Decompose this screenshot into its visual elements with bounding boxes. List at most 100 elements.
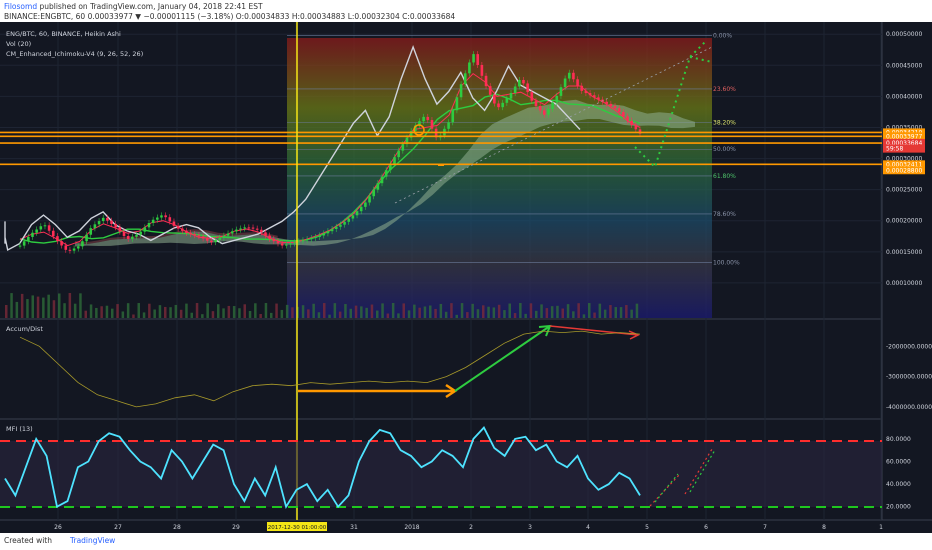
volume-bar bbox=[190, 312, 193, 318]
candle bbox=[626, 116, 629, 121]
candle bbox=[164, 215, 167, 218]
volume-bar bbox=[460, 303, 464, 318]
accum-tick-label: -2000000.0000 bbox=[886, 343, 932, 350]
volume-bar bbox=[137, 303, 140, 318]
candle bbox=[301, 240, 305, 242]
volume-bar bbox=[195, 303, 199, 318]
candle bbox=[476, 54, 480, 65]
candle bbox=[205, 238, 209, 241]
volume-bar bbox=[222, 308, 225, 318]
candle bbox=[609, 103, 613, 107]
volume-bar bbox=[444, 311, 448, 318]
volume-bar bbox=[434, 308, 437, 318]
volume-bar bbox=[466, 312, 469, 318]
volume-bar bbox=[169, 307, 172, 318]
candle bbox=[168, 217, 172, 222]
volume-bar bbox=[349, 308, 352, 318]
price-axis[interactable]: 0.000500000.000450000.000400000.00035000… bbox=[883, 31, 932, 511]
volume-bar bbox=[264, 303, 268, 318]
fib-level-label: 61.80% bbox=[713, 173, 736, 180]
volume-bar bbox=[52, 300, 56, 318]
candle bbox=[484, 75, 488, 87]
time-tick-label: 2 bbox=[469, 524, 473, 531]
candle bbox=[18, 245, 22, 247]
legend-volume[interactable]: Vol (20) bbox=[6, 40, 31, 48]
volume-bar bbox=[423, 306, 427, 318]
candle bbox=[351, 215, 355, 219]
candle bbox=[276, 241, 280, 244]
fib-retracement-box[interactable] bbox=[287, 38, 712, 318]
legend-title[interactable]: ENG/BTC, 60, BINANCE, Heikin Ashi bbox=[6, 30, 121, 38]
volume-bar bbox=[10, 293, 13, 318]
volume-bar bbox=[201, 314, 204, 318]
time-axis[interactable]: 262728293031201823456781 bbox=[54, 524, 883, 531]
candle bbox=[243, 227, 246, 229]
accum-pane bbox=[0, 320, 882, 418]
candle bbox=[60, 241, 63, 246]
trading-chart[interactable]: 0.00% 23.60% 38.20% 50.00% 61.80% 78.60% 100.0… bbox=[0, 22, 932, 533]
volume-bar bbox=[344, 304, 347, 318]
candle bbox=[359, 206, 363, 212]
candle bbox=[480, 64, 484, 76]
candle bbox=[268, 235, 271, 239]
volume-bar bbox=[360, 306, 363, 318]
volume-bar bbox=[619, 307, 623, 318]
candle bbox=[76, 246, 80, 249]
candle bbox=[31, 232, 34, 237]
volume-bar bbox=[285, 304, 289, 318]
volume-bar bbox=[476, 309, 480, 318]
price-tick-label: 0.00045000 bbox=[886, 62, 922, 69]
volume-bar bbox=[338, 311, 342, 318]
volume-bar bbox=[148, 303, 151, 318]
publish-header: Filosomd published on TradingView.com, J… bbox=[0, 0, 932, 22]
candle bbox=[576, 79, 579, 86]
volume-bar bbox=[95, 307, 98, 318]
candle bbox=[572, 72, 575, 80]
volume-bar bbox=[211, 311, 215, 318]
candle bbox=[339, 224, 342, 227]
candle bbox=[426, 116, 430, 121]
time-tick-label: 7 bbox=[763, 524, 767, 531]
legend-ichimoku[interactable]: CM_Enhanced_Ichimoku-V4 (9, 26, 52, 26) bbox=[6, 50, 143, 58]
candle bbox=[451, 110, 455, 123]
candle bbox=[459, 84, 463, 98]
legend-accum[interactable]: Accum/Dist bbox=[6, 325, 43, 333]
candle bbox=[455, 97, 459, 111]
volume-bar bbox=[307, 309, 310, 318]
volume-bar bbox=[174, 304, 178, 318]
candle bbox=[580, 85, 584, 91]
time-tick-label: 2018 bbox=[404, 524, 419, 531]
volume-bar bbox=[614, 307, 617, 318]
candle bbox=[334, 226, 338, 229]
time-tick-label: 27 bbox=[114, 524, 122, 531]
tradingview-logo-link[interactable]: TradingView bbox=[70, 536, 115, 545]
volume-bar bbox=[487, 306, 490, 318]
candle bbox=[143, 227, 147, 232]
candle bbox=[260, 229, 263, 233]
legend-mfi[interactable]: MFI (13) bbox=[6, 425, 33, 433]
candle bbox=[185, 230, 188, 233]
price-label: 59:58 bbox=[886, 146, 903, 153]
candle bbox=[176, 225, 180, 229]
volume-bar bbox=[386, 313, 390, 318]
price-tick-label: 0.00015000 bbox=[886, 249, 922, 256]
candle bbox=[147, 222, 151, 228]
time-tick-label: 28 bbox=[173, 524, 181, 531]
volume-bar bbox=[529, 303, 533, 318]
volume-bar bbox=[418, 307, 421, 318]
candle bbox=[106, 217, 109, 221]
volume-bar bbox=[550, 306, 554, 318]
volume-bar bbox=[588, 303, 591, 318]
candle bbox=[135, 234, 138, 237]
author-link[interactable]: Filosomd bbox=[4, 2, 37, 11]
candle bbox=[588, 93, 592, 96]
volume-bar bbox=[625, 305, 628, 318]
volume-bar bbox=[84, 310, 87, 318]
candle bbox=[518, 79, 521, 87]
candle bbox=[201, 236, 205, 239]
candle bbox=[538, 106, 542, 111]
time-tick-label: 29 bbox=[232, 524, 240, 531]
volume-bar bbox=[402, 303, 405, 318]
candle bbox=[430, 120, 434, 129]
candle bbox=[422, 116, 425, 122]
